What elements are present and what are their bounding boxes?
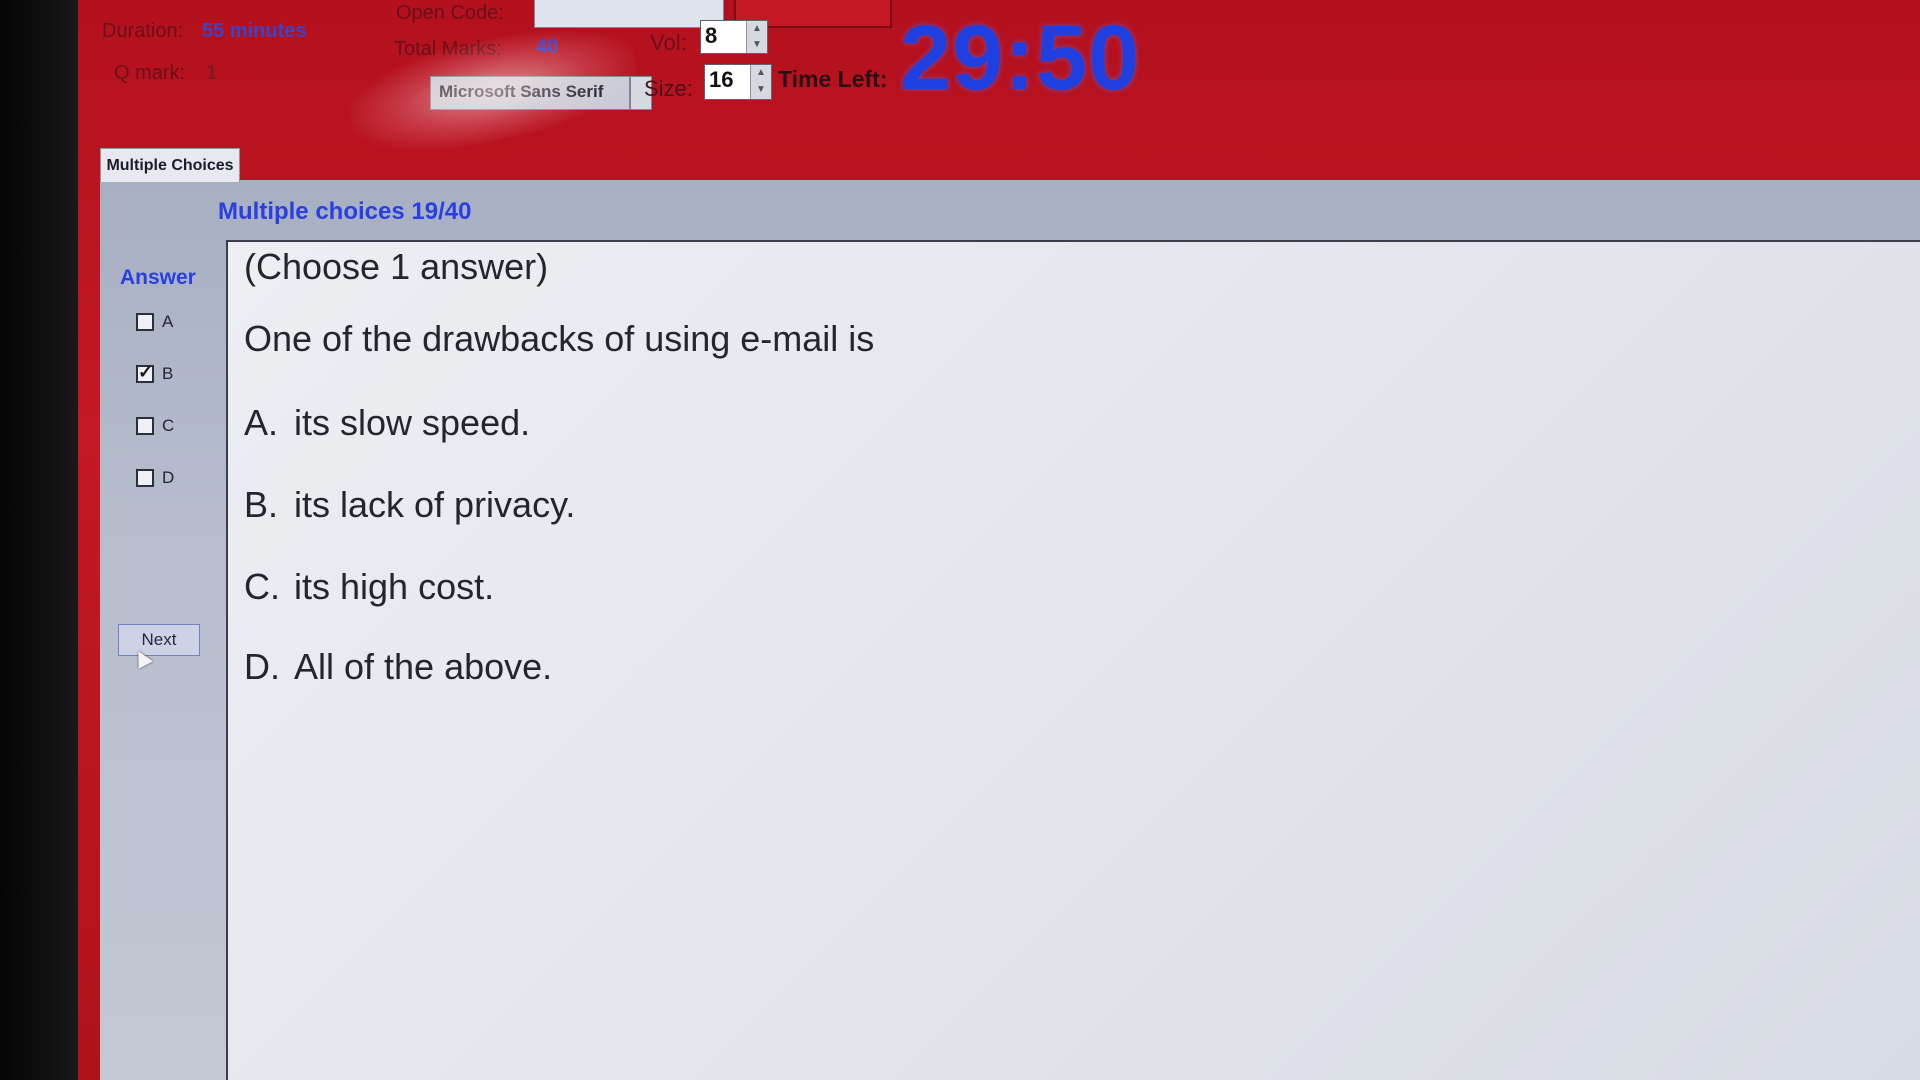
answer-letter-c: C xyxy=(162,416,175,435)
qmark-label: Q mark: xyxy=(114,62,186,84)
choice-b-text: its lack of privacy. xyxy=(294,484,576,525)
spin-down-icon[interactable]: ▼ xyxy=(747,37,767,53)
choice-c-text: its high cost. xyxy=(294,566,495,607)
answer-option-c[interactable]: C xyxy=(136,416,174,436)
answer-label: Answer xyxy=(120,266,196,289)
tab-multiple-choices[interactable]: Multiple Choices xyxy=(100,148,240,182)
choice-d-letter: D. xyxy=(244,646,280,687)
screen: Duration: 55 minutes Q mark: 1 Open Code… xyxy=(0,0,1920,1080)
time-left-label: Time Left: xyxy=(778,66,888,92)
font-select-value: Microsoft Sans Serif xyxy=(439,82,604,101)
choice-b-letter: B. xyxy=(244,484,279,525)
checkbox-d[interactable] xyxy=(136,469,154,487)
question-content-area: (Choose 1 answer) One of the drawbacks o… xyxy=(226,240,1920,1080)
monitor-bezel xyxy=(0,0,78,1080)
open-code-field[interactable] xyxy=(534,0,724,28)
next-button[interactable]: Next xyxy=(118,624,200,656)
duration-label: Duration: xyxy=(102,20,184,42)
choice-d-text: All of the above. xyxy=(294,646,553,687)
choice-d: D. All of the above. xyxy=(244,646,552,688)
volume-stepper[interactable]: 8 ▲ ▼ xyxy=(700,20,768,54)
checkbox-a[interactable] xyxy=(136,313,154,331)
exam-window: Duration: 55 minutes Q mark: 1 Open Code… xyxy=(78,0,1920,1080)
font-size-value: 16 xyxy=(709,67,734,92)
choice-a-letter: A. xyxy=(244,402,279,443)
spin-down-icon[interactable]: ▼ xyxy=(751,82,771,99)
choice-a: A. its slow speed. xyxy=(244,402,530,444)
spin-up-icon[interactable]: ▲ xyxy=(751,65,771,82)
checkbox-b[interactable] xyxy=(136,362,154,383)
total-marks-label: Total Marks: xyxy=(394,38,502,60)
answer-letter-b: B xyxy=(162,364,174,383)
question-stem: One of the drawbacks of using e-mail is xyxy=(244,318,875,359)
spin-up-icon[interactable]: ▲ xyxy=(747,21,767,37)
answer-letter-d: D xyxy=(162,468,175,487)
font-size-spin-arrows[interactable]: ▲ ▼ xyxy=(750,65,771,99)
answer-option-b[interactable]: B xyxy=(136,362,174,384)
choice-a-text: its slow speed. xyxy=(294,402,531,443)
choice-c: C. its high cost. xyxy=(244,566,494,608)
checkbox-c[interactable] xyxy=(136,417,154,435)
volume-value: 8 xyxy=(705,23,718,48)
time-left-timer: 29:50 xyxy=(900,7,1141,109)
total-marks-value: 40 xyxy=(536,36,559,58)
volume-spin-arrows[interactable]: ▲ ▼ xyxy=(746,21,767,53)
choice-b: B. its lack of privacy. xyxy=(244,484,575,526)
section-title: Multiple choices 19/40 xyxy=(218,198,472,225)
font-size-stepper[interactable]: 16 ▲ ▼ xyxy=(704,64,772,100)
answer-option-d[interactable]: D xyxy=(136,468,174,488)
question-instruction: (Choose 1 answer) xyxy=(244,246,549,287)
choice-c-letter: C. xyxy=(244,566,280,607)
answer-letter-a: A xyxy=(162,312,174,331)
qmark-value: 1 xyxy=(206,62,218,84)
open-code-label: Open Code: xyxy=(396,2,504,24)
font-select[interactable]: Microsoft Sans Serif xyxy=(430,76,630,110)
vol-label: Vol: xyxy=(650,30,687,55)
answer-option-a[interactable]: A xyxy=(136,312,173,332)
size-label: Size: xyxy=(644,76,693,101)
duration-value: 55 minutes xyxy=(202,20,307,42)
